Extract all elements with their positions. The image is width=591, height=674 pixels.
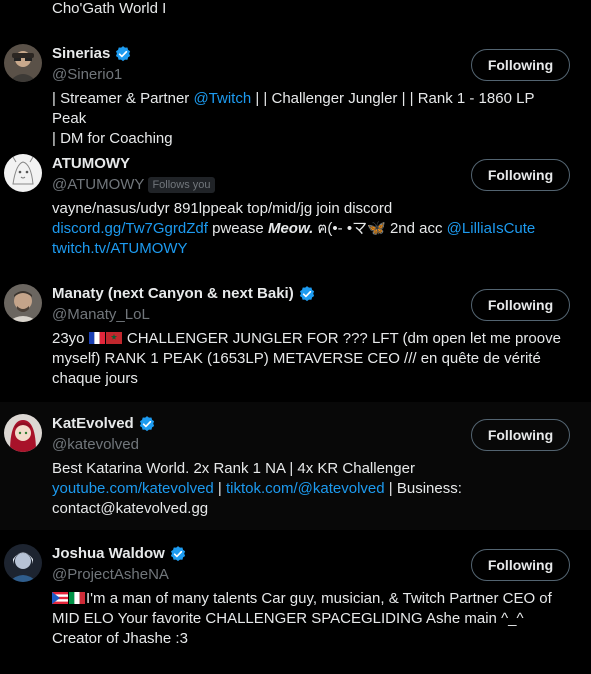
bio-text: | Streamer & Partner — [52, 90, 194, 107]
user-cell-manaty[interactable]: Manaty (next Canyon & next Baki) @Manaty… — [0, 272, 591, 400]
bio-tiktok-link[interactable]: tiktok.com/@katevolved — [226, 480, 385, 497]
display-name[interactable]: ATUMOWY — [52, 154, 130, 174]
following-button[interactable]: Following — [471, 419, 570, 451]
bio-text: vayne/nasus/udyr 891lppeak top/mid/jg jo… — [52, 200, 393, 217]
puerto-rico-flag-icon — [52, 592, 68, 604]
bio-text: myself) RANK 1 PEAK (1653LP) METAVERSE C… — [52, 350, 541, 367]
handle[interactable]: @Sinerio1 — [52, 65, 122, 85]
bio-text: MID ELO Your favorite CHALLENGER SPACEGL… — [52, 610, 524, 627]
bio-text: 23yo — [52, 330, 89, 347]
verified-badge-icon[interactable] — [114, 45, 132, 63]
italy-flag-icon — [69, 592, 85, 604]
bio-mention-link[interactable]: @Twitch — [193, 90, 251, 107]
user-bio: Best Katarina World. 2x Rank 1 NA | 4x K… — [52, 459, 572, 519]
bio-text: | Business: — [384, 480, 462, 497]
user-cell-katevolved[interactable]: KatEvolved @katevolved Following Best Ka… — [0, 402, 591, 530]
bio-text: Creator of Jhashe :3 — [52, 630, 188, 647]
handle-row: @Manaty_LoL — [52, 305, 150, 325]
display-name-row[interactable]: Joshua Waldow — [52, 544, 187, 564]
bio-mention-link[interactable]: @LilliaIsCute — [447, 220, 536, 237]
display-name[interactable]: Manaty (next Canyon & next Baki) — [52, 284, 294, 304]
avatar[interactable] — [4, 414, 42, 452]
display-name-row[interactable]: ATUMOWY — [52, 154, 130, 174]
verified-badge-icon[interactable] — [298, 285, 316, 303]
avatar[interactable] — [4, 44, 42, 82]
bio-text: CHALLENGER JUNGLER FOR ??? LFT (dm open … — [122, 330, 561, 347]
following-button[interactable]: Following — [471, 49, 570, 81]
bio-text: pwease — [207, 220, 268, 237]
user-cell-joshua-waldow[interactable]: Joshua Waldow @ProjectAsheNA Following I… — [0, 532, 591, 674]
handle[interactable]: @ProjectAsheNA — [52, 565, 169, 585]
avatar[interactable] — [4, 154, 42, 192]
verified-badge-icon[interactable] — [169, 545, 187, 563]
user-bio: 23yo CHALLENGER JUNGLER FOR ??? LFT (dm … — [52, 329, 572, 389]
butterfly-emoji-icon: 🦋 — [367, 220, 386, 237]
bio-text: ฅ(•- •マ — [313, 220, 368, 237]
france-flag-icon — [88, 332, 105, 344]
display-name[interactable]: Sinerias — [52, 44, 110, 64]
bio-discord-link[interactable]: discord.gg/Tw7GgrdZdf — [52, 220, 208, 237]
user-bio: vayne/nasus/udyr 891lppeak top/mid/jg jo… — [52, 199, 572, 259]
display-name[interactable]: Joshua Waldow — [52, 544, 165, 564]
user-bio: | Streamer & Partner @Twitch | | Challen… — [52, 89, 572, 149]
display-name-row[interactable]: Manaty (next Canyon & next Baki) — [52, 284, 316, 304]
bio-text: 2nd acc — [385, 220, 447, 237]
user-cell-sinerias[interactable]: Sinerias @Sinerio1 Following | Streamer … — [0, 32, 591, 147]
handle[interactable]: @ATUMOWY — [52, 175, 144, 195]
following-button[interactable]: Following — [471, 549, 570, 581]
bio-text: contact@katevolved.gg — [52, 500, 209, 517]
morocco-flag-icon — [105, 332, 122, 344]
user-cell-atumowy[interactable]: ATUMOWY @ATUMOWY Follows you Following v… — [0, 142, 591, 270]
following-button[interactable]: Following — [471, 289, 570, 321]
bio-text: Best Katarina World. 2x Rank 1 NA | 4x K… — [52, 460, 415, 477]
previous-bio-tail: Cho'Gath World I — [52, 0, 167, 17]
bio-text: I'm a man of many talents Car guy, music… — [86, 590, 552, 607]
display-name-row[interactable]: KatEvolved — [52, 414, 156, 434]
avatar[interactable] — [4, 544, 42, 582]
handle-row: @ATUMOWY Follows you — [52, 175, 215, 195]
handle-row: @ProjectAsheNA — [52, 565, 169, 585]
display-name-row[interactable]: Sinerias — [52, 44, 132, 64]
bio-text: | — [213, 480, 226, 497]
handle[interactable]: @Manaty_LoL — [52, 305, 150, 325]
verified-badge-icon[interactable] — [138, 415, 156, 433]
bio-text: Meow. — [267, 220, 314, 237]
handle[interactable]: @katevolved — [52, 435, 139, 455]
user-bio: I'm a man of many talents Car guy, music… — [52, 589, 572, 649]
bio-text: chaque jours — [52, 370, 138, 387]
handle-row: @Sinerio1 — [52, 65, 122, 85]
bio-twitch-link[interactable]: twitch.tv/ATUMOWY — [52, 240, 188, 257]
following-button[interactable]: Following — [471, 159, 570, 191]
follows-you-badge: Follows you — [148, 177, 215, 193]
handle-row: @katevolved — [52, 435, 139, 455]
display-name[interactable]: KatEvolved — [52, 414, 134, 434]
avatar[interactable] — [4, 284, 42, 322]
bio-youtube-link[interactable]: youtube.com/katevolved — [52, 480, 214, 497]
